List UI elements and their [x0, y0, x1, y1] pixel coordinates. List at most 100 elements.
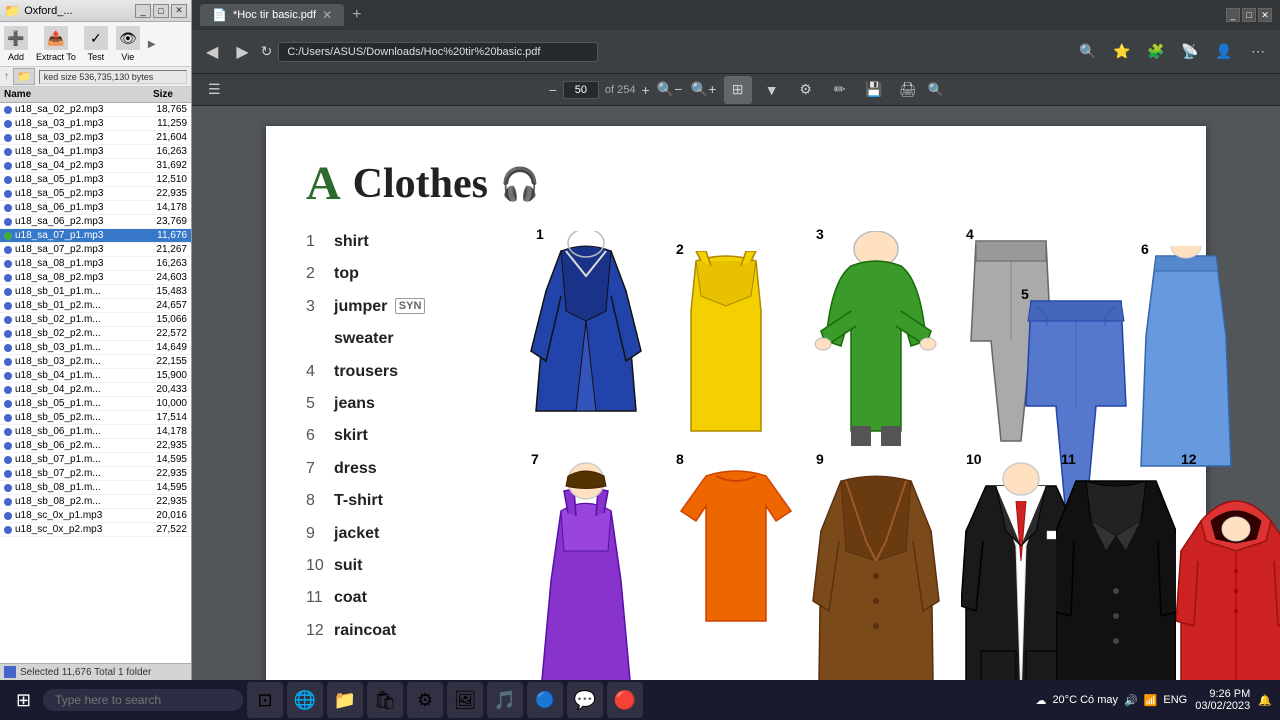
bookmark-tool[interactable]: ⭐ — [1108, 38, 1136, 66]
oxford-file-manager: 📁 Oxford_... _ □ ✕ ➕ Add 📤 Extract To ✓ … — [0, 0, 192, 680]
file-item[interactable]: u18_sb_08_p2.m...22,935 — [0, 495, 191, 509]
file-item[interactable]: u18_sa_05_p2.mp322,935 — [0, 187, 191, 201]
search-btn[interactable]: 🔍 — [928, 82, 944, 98]
clothes-list-syn-item: sweater — [306, 328, 506, 350]
file-item[interactable]: u18_sb_05_p2.m...17,514 — [0, 411, 191, 425]
file-item[interactable]: u18_sb_06_p1.m...14,178 — [0, 425, 191, 439]
network-icon[interactable]: 📶 — [1144, 694, 1158, 707]
file-item[interactable]: u18_sb_06_p2.m...22,935 — [0, 439, 191, 453]
file-list[interactable]: u18_sa_02_p2.mp318,765u18_sa_03_p1.mp311… — [0, 103, 191, 663]
more-options-tool[interactable]: ⋯ — [1244, 38, 1272, 66]
volume-icon[interactable]: 🔊 — [1124, 694, 1138, 707]
file-type-icon — [4, 344, 12, 352]
page-number-input[interactable] — [563, 81, 599, 99]
file-item[interactable]: u18_sa_05_p1.mp312,510 — [0, 173, 191, 187]
clothing-item-11: 11 — [1056, 461, 1186, 680]
oxford-toolbar: ➕ Add 📤 Extract To ✓ Test 👁 Vie ▶ — [0, 22, 191, 67]
pdf-tab-close[interactable]: ✕ — [322, 8, 332, 22]
file-item[interactable]: u18_sb_07_p1.m...14,595 — [0, 453, 191, 467]
file-item[interactable]: u18_sb_04_p1.m...15,900 — [0, 369, 191, 383]
pdf-back-button[interactable]: ◀ — [200, 40, 224, 64]
task-view-app[interactable]: ⊡ — [247, 682, 283, 718]
pdf-forward-button[interactable]: ▶ — [230, 40, 254, 64]
file-item[interactable]: u18_sa_06_p1.mp314,178 — [0, 201, 191, 215]
file-item[interactable]: u18_sb_02_p2.m...22,572 — [0, 327, 191, 341]
taskbar-search[interactable] — [43, 689, 243, 711]
pdf-close-button[interactable]: ✕ — [1258, 8, 1272, 22]
pdf-tab[interactable]: 📄 *Hoc tir basic.pdf ✕ — [200, 4, 344, 26]
zoom-in-tool[interactable]: 🔍 — [1074, 38, 1102, 66]
nav-up-arrow[interactable]: ↑ — [4, 71, 9, 82]
pdf-address-bar[interactable] — [278, 42, 598, 62]
file-item[interactable]: u18_sa_03_p2.mp321,604 — [0, 131, 191, 145]
store-app[interactable]: 🛍 — [367, 682, 403, 718]
save-btn[interactable]: 💾 — [860, 76, 888, 104]
extensions-tool[interactable]: 🧩 — [1142, 38, 1170, 66]
file-item[interactable]: u18_sc_0x_p2.mp327,522 — [0, 523, 191, 537]
explorer-app[interactable]: 📁 — [327, 682, 363, 718]
new-tab-button[interactable]: + — [352, 6, 361, 24]
zoom-in-btn[interactable]: 🔍+ — [690, 76, 718, 104]
extract-to-button[interactable]: 📤 Extract To — [36, 26, 76, 62]
minimize-button[interactable]: _ — [135, 4, 151, 18]
test-button[interactable]: ✓ Test — [84, 26, 108, 62]
file-item[interactable]: u18_sb_03_p1.m...14,649 — [0, 341, 191, 355]
sync-tool[interactable]: 📡 — [1176, 38, 1204, 66]
file-item[interactable]: u18_sb_04_p2.m...20,433 — [0, 383, 191, 397]
file-item[interactable]: u18_sa_08_p1.mp316,263 — [0, 257, 191, 271]
zoom-out-btn[interactable]: 🔍− — [656, 76, 684, 104]
file-type-icon — [4, 106, 12, 114]
app8[interactable]: 🔴 — [607, 682, 643, 718]
file-item[interactable]: u18_sb_01_p2.m...24,657 — [0, 299, 191, 313]
start-button[interactable]: ⊞ — [8, 686, 39, 715]
print-btn[interactable]: 🖨 — [894, 76, 922, 104]
add-button[interactable]: ➕ Add — [4, 26, 28, 62]
file-list-header: Name Size — [0, 87, 191, 103]
file-item[interactable]: u18_sa_08_p2.mp324,603 — [0, 271, 191, 285]
file-item[interactable]: u18_sa_04_p1.mp316,263 — [0, 145, 191, 159]
taskbar-clock: 9:26 PM 03/02/2023 — [1195, 688, 1250, 712]
file-item[interactable]: u18_sb_07_p2.m...22,935 — [0, 467, 191, 481]
file-item[interactable]: u18_sb_02_p1.m...15,066 — [0, 313, 191, 327]
file-item[interactable]: u18_sb_05_p1.m...10,000 — [0, 397, 191, 411]
clothes-list-item: 10suit — [306, 555, 506, 577]
pdf-maximize-button[interactable]: □ — [1242, 8, 1256, 22]
maximize-button[interactable]: □ — [153, 4, 169, 18]
pdf-reload-button[interactable]: ↻ — [261, 43, 273, 60]
file-item[interactable]: u18_sc_0x_p1.mp320,016 — [0, 509, 191, 523]
file-item[interactable]: u18_sa_03_p1.mp311,259 — [0, 117, 191, 131]
file-item[interactable]: u18_sb_08_p1.m...14,595 — [0, 481, 191, 495]
filter-btn[interactable]: ▼ — [758, 76, 786, 104]
app7[interactable]: 💬 — [567, 682, 603, 718]
file-type-icon — [4, 470, 12, 478]
view-button[interactable]: 👁 Vie — [116, 26, 140, 62]
pdf-minimize-button[interactable]: _ — [1226, 8, 1240, 22]
notification-icon[interactable]: 🔔 — [1258, 694, 1272, 707]
file-item[interactable]: u18_sa_06_p2.mp323,769 — [0, 215, 191, 229]
pdf-page-container[interactable]: A Clothes 🎧 1shirt2top3jumper SYNsweater… — [192, 106, 1280, 680]
page-minus-button[interactable]: − — [549, 82, 557, 98]
edge-app[interactable]: 🌐 — [287, 682, 323, 718]
more-arrow[interactable]: ▶ — [148, 39, 156, 50]
profile-tool[interactable]: 👤 — [1210, 38, 1238, 66]
pdf-content-area: A Clothes 🎧 1shirt2top3jumper SYNsweater… — [192, 106, 1280, 680]
close-button[interactable]: ✕ — [171, 4, 187, 18]
view-mode-btn[interactable]: ⊞ — [724, 76, 752, 104]
file-type-icon — [4, 498, 12, 506]
file-item[interactable]: u18_sa_07_p1.mp311,676 — [0, 229, 191, 243]
file-item[interactable]: u18_sa_07_p2.mp321,267 — [0, 243, 191, 257]
file-item[interactable]: u18_sb_01_p1.m...15,483 — [0, 285, 191, 299]
chrome-app[interactable]: 🔵 — [527, 682, 563, 718]
settings-app[interactable]: ⚙ — [407, 682, 443, 718]
app5[interactable]: 🎵 — [487, 682, 523, 718]
file-item[interactable]: u18_sb_03_p2.m...22,155 — [0, 355, 191, 369]
file-item[interactable]: u18_sa_04_p2.mp331,692 — [0, 159, 191, 173]
file-item[interactable]: u18_sa_02_p2.mp318,765 — [0, 103, 191, 117]
add-icon: ➕ — [4, 26, 28, 50]
pdf-sidebar-toggle[interactable]: ☰ — [208, 81, 221, 98]
page-plus-button[interactable]: + — [641, 82, 649, 98]
pdf-page-controls: ☰ − of 254 + 🔍− 🔍+ ⊞ ▼ ⚙ ✏ 💾 🖨 🔍 — [192, 74, 1280, 106]
draw-btn[interactable]: ✏ — [826, 76, 854, 104]
photos-app[interactable]: 🖼 — [447, 682, 483, 718]
page-settings-btn[interactable]: ⚙ — [792, 76, 820, 104]
